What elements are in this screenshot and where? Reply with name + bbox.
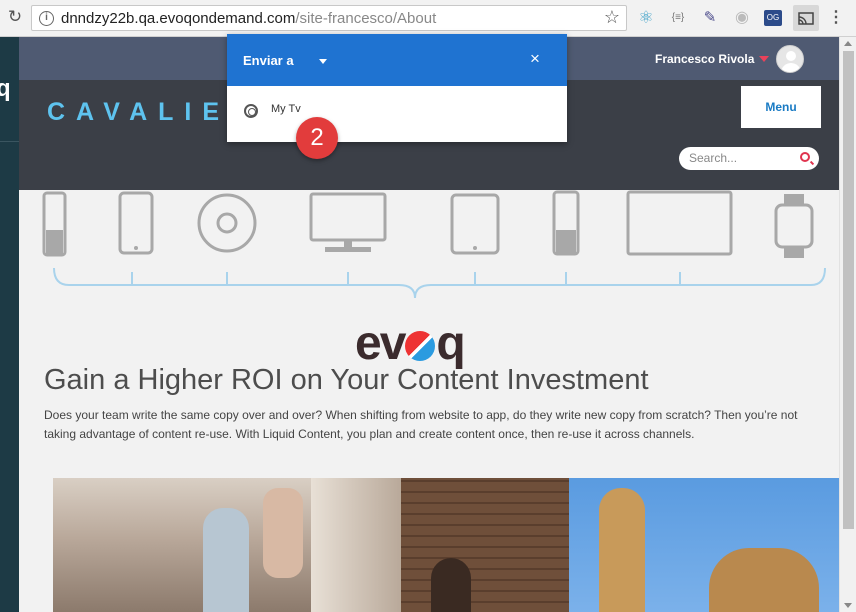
cast-source-dropdown-icon[interactable] bbox=[319, 59, 327, 64]
steering-wheel-icon bbox=[197, 193, 257, 253]
devices-illustration bbox=[42, 190, 826, 299]
left-page-strip: q bbox=[0, 37, 19, 612]
menu-button[interactable]: Menu bbox=[741, 86, 821, 128]
scroll-thumb[interactable] bbox=[843, 51, 854, 529]
cast-device-name: My Tv bbox=[271, 103, 301, 115]
stairs-photo bbox=[311, 478, 569, 612]
reload-icon[interactable]: ↻ bbox=[4, 6, 26, 28]
main-content: ev q Gain a Higher ROI on Your Content In… bbox=[19, 190, 839, 612]
site-logo[interactable]: CAVALIE bbox=[47, 98, 230, 127]
cast-dialog: Enviar a × My Tv bbox=[227, 34, 567, 142]
cast-dialog-title[interactable]: Enviar a bbox=[243, 53, 294, 68]
page-headline: Gain a Higher ROI on Your Content Invest… bbox=[44, 364, 649, 396]
browser-menu-icon[interactable]: ⋮ bbox=[826, 8, 846, 28]
strip-fragment-text: q bbox=[0, 75, 11, 102]
intro-paragraph: Does your team write the same copy over … bbox=[44, 408, 798, 441]
step-number-badge: 2 bbox=[296, 117, 338, 159]
smartwatch-icon bbox=[774, 203, 814, 249]
user-name[interactable]: Francesco Rivola bbox=[655, 52, 754, 66]
chromecast-device-icon bbox=[244, 104, 258, 118]
url-text[interactable]: dnndzy22b.qa.evoqondemand.com/site-franc… bbox=[61, 10, 436, 27]
color-picker-icon[interactable]: ✎ bbox=[700, 8, 720, 28]
browser-toolbar: ↻ i dnndzy22b.qa.evoqondemand.com/site-f… bbox=[0, 0, 856, 37]
scroll-down-arrow-icon[interactable] bbox=[844, 603, 852, 608]
evoq-logo-pre: ev bbox=[355, 317, 406, 370]
url-path: /site-francesco/About bbox=[295, 10, 437, 27]
search-input[interactable] bbox=[689, 151, 793, 165]
close-icon[interactable]: × bbox=[527, 49, 543, 69]
extension-circle-icon[interactable]: ◉ bbox=[732, 8, 752, 28]
cast-device-item[interactable]: My Tv bbox=[227, 86, 567, 138]
cast-dialog-header: Enviar a × bbox=[227, 34, 567, 86]
url-host: dnndzy22b.qa.evoqondemand.com bbox=[61, 10, 296, 27]
address-bar[interactable]: i dnndzy22b.qa.evoqondemand.com/site-fra… bbox=[31, 5, 627, 31]
page-scrollbar[interactable] bbox=[839, 37, 856, 612]
monitor-icon bbox=[309, 192, 387, 242]
bookmark-star-icon[interactable]: ☆ bbox=[604, 7, 620, 28]
evoq-logo-o-icon bbox=[405, 331, 436, 361]
search-box bbox=[679, 147, 819, 170]
og-extension-icon[interactable]: OG bbox=[764, 10, 782, 26]
evoq-logo: ev q bbox=[355, 316, 466, 371]
scroll-up-arrow-icon[interactable] bbox=[844, 41, 852, 46]
cast-icon[interactable] bbox=[793, 5, 819, 31]
search-icon[interactable] bbox=[800, 152, 810, 162]
tv-icon bbox=[626, 190, 733, 256]
user-dropdown-caret-icon[interactable] bbox=[759, 56, 769, 62]
smartphone-icon bbox=[118, 191, 154, 255]
react-devtools-icon[interactable]: ⚛ bbox=[636, 8, 656, 28]
cathedral-photo bbox=[569, 478, 839, 612]
family-photo bbox=[53, 478, 311, 612]
strip-divider bbox=[0, 141, 19, 142]
info-icon[interactable]: i bbox=[39, 11, 54, 26]
avatar[interactable] bbox=[776, 45, 804, 73]
json-viewer-icon[interactable]: {≡} bbox=[668, 8, 688, 28]
evoq-logo-post: q bbox=[436, 317, 465, 370]
tablet-icon bbox=[450, 193, 500, 255]
